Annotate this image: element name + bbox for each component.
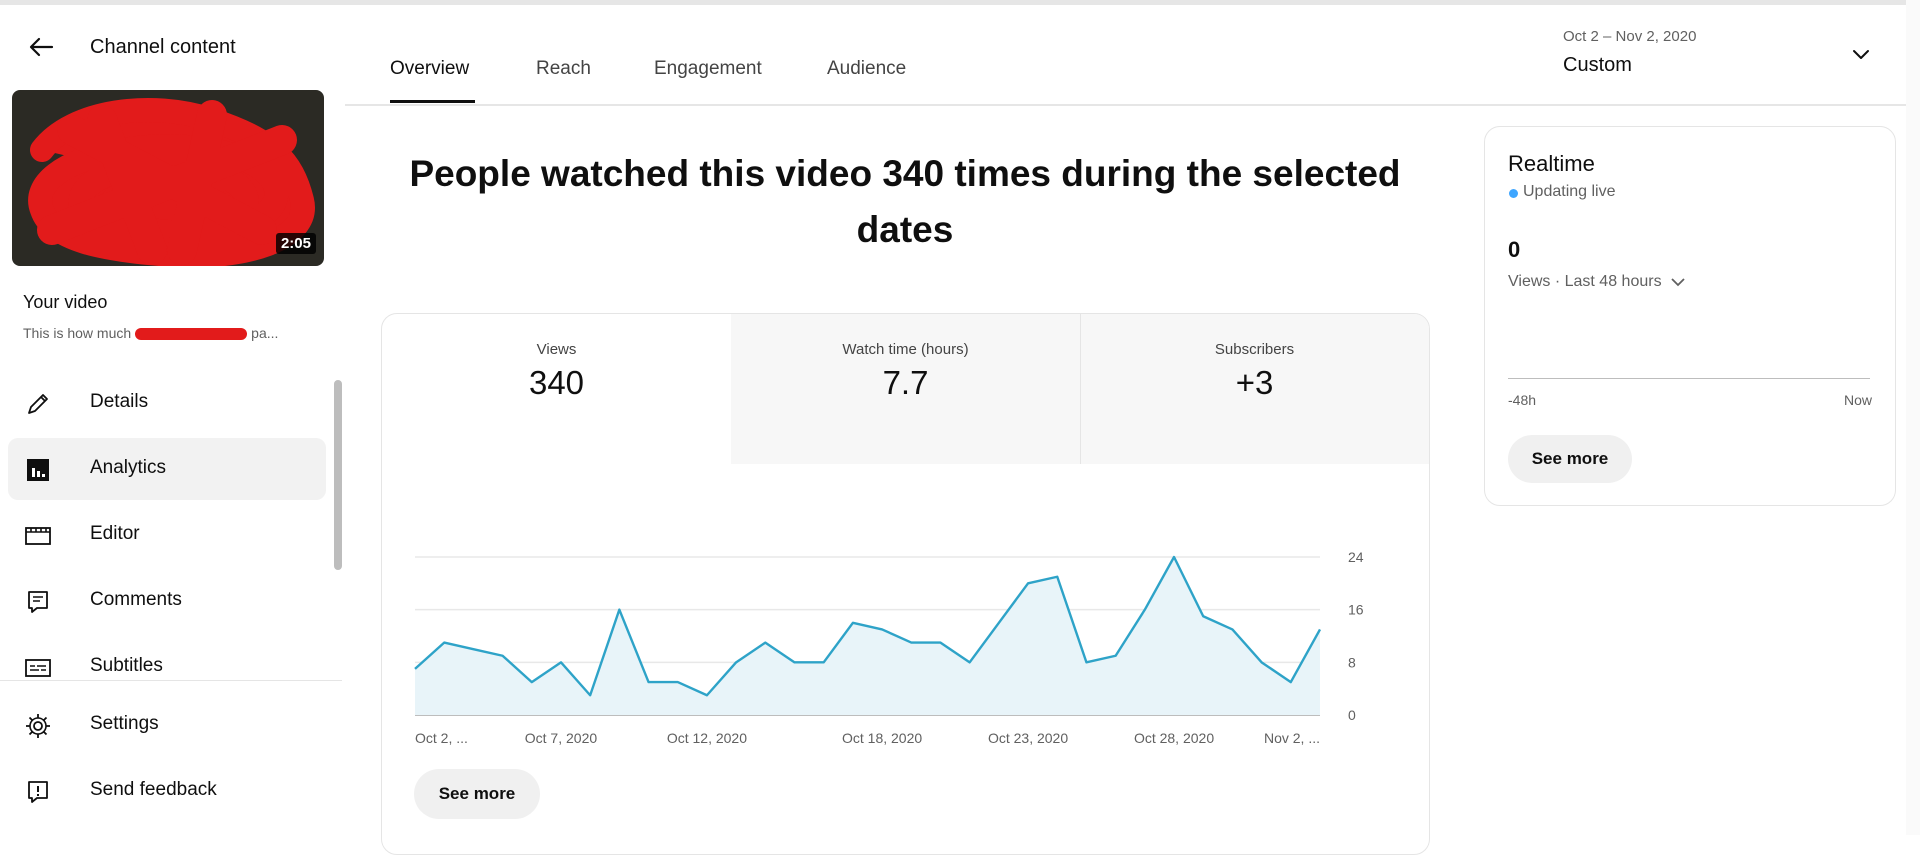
gear-icon [24, 712, 52, 740]
tab-engagement[interactable]: Engagement [654, 58, 762, 80]
sidebar-item-subtitles[interactable]: Subtitles [8, 636, 326, 680]
realtime-see-more-button[interactable]: See more [1508, 435, 1632, 483]
x-tick-label: Oct 7, 2020 [525, 730, 598, 746]
realtime-axis-end: Now [1844, 392, 1872, 408]
sidebar-divider [0, 680, 342, 681]
x-tick-label: Oct 2, ... [415, 730, 468, 746]
realtime-title: Realtime [1508, 151, 1595, 177]
your-video-label: Your video [23, 292, 107, 313]
page-scrollbar[interactable] [1906, 0, 1920, 835]
realtime-card: Realtime Updating live 0 Views · Last 48… [1484, 126, 1896, 506]
video-duration: 2:05 [276, 233, 316, 254]
overview-headline: People watched this video 340 times duri… [400, 146, 1410, 258]
tab-reach[interactable]: Reach [536, 58, 591, 80]
comment-icon [24, 588, 52, 616]
realtime-axis-start: -48h [1508, 392, 1536, 408]
tab-overview[interactable]: Overview [390, 58, 469, 80]
sidebar-item-label: Settings [90, 713, 159, 735]
metrics-card: Views 340 Watch time (hours) 7.7 Subscri… [381, 313, 1430, 855]
metric-label: Views [382, 341, 731, 358]
metric-value: +3 [1080, 364, 1429, 402]
sidebar-item-send-feedback[interactable]: Send feedback [8, 760, 326, 822]
live-indicator-dot [1509, 189, 1518, 198]
x-tick-label: Oct 28, 2020 [1134, 730, 1214, 746]
realtime-period-dropdown[interactable]: Views · Last 48 hours [1508, 273, 1686, 291]
realtime-views-count: 0 [1508, 237, 1520, 263]
sidebar-item-label: Editor [90, 523, 140, 545]
sidebar-item-label: Subtitles [90, 655, 163, 677]
clapperboard-icon [24, 522, 52, 550]
metric-label: Watch time (hours) [731, 341, 1080, 358]
y-tick-label: 16 [1348, 602, 1364, 618]
chevron-down-icon [1670, 276, 1686, 288]
realtime-axis-line [1508, 378, 1870, 379]
tabs-divider [345, 104, 1920, 106]
channel-content-title: Channel content [90, 36, 236, 59]
chevron-down-icon[interactable] [1848, 42, 1874, 68]
sidebar-item-label: Analytics [90, 457, 166, 479]
metric-tab-views[interactable]: Views 340 [382, 314, 731, 464]
sidebar-item-analytics[interactable]: Analytics [8, 438, 326, 500]
redaction-mark [135, 328, 247, 340]
tab-audience[interactable]: Audience [827, 58, 906, 80]
x-tick-label: Oct 23, 2020 [988, 730, 1068, 746]
feedback-icon [24, 778, 52, 806]
x-tick-label: Oct 12, 2020 [667, 730, 747, 746]
analytics-icon [24, 456, 52, 484]
sidebar-item-label: Details [90, 391, 148, 413]
y-tick-label: 24 [1348, 549, 1364, 565]
x-tick-label: Nov 2, ... [1264, 730, 1320, 746]
sidebar-item-editor[interactable]: Editor [8, 504, 326, 566]
sidebar-item-label: Comments [90, 589, 182, 611]
metric-divider [1080, 314, 1081, 464]
video-thumbnail[interactable]: 2:05 [12, 90, 324, 266]
active-tab-indicator [390, 100, 475, 103]
sidebar-scrollbar[interactable] [334, 380, 342, 570]
subtitles-icon [24, 654, 52, 680]
x-tick-label: Oct 18, 2020 [842, 730, 922, 746]
back-arrow-icon[interactable] [26, 32, 56, 62]
realtime-status: Updating live [1523, 183, 1616, 201]
see-more-button[interactable]: See more [414, 769, 540, 819]
metric-tab-watch-time[interactable]: Watch time (hours) 7.7 [731, 314, 1080, 464]
y-tick-label: 0 [1348, 707, 1356, 723]
window-top-border [0, 0, 1920, 5]
sidebar-item-comments[interactable]: Comments [8, 570, 326, 632]
video-title: This is how muchpa... [23, 325, 313, 341]
sidebar-item-settings[interactable]: Settings [8, 694, 326, 756]
realtime-period-label: Views · Last 48 hours [1508, 273, 1662, 290]
metric-value: 340 [382, 364, 731, 402]
metric-value: 7.7 [731, 364, 1080, 402]
sidebar-item-details[interactable]: Details [8, 372, 326, 434]
metric-tab-subscribers[interactable]: Subscribers +3 [1080, 314, 1429, 464]
date-range-text: Oct 2 – Nov 2, 2020 [1563, 28, 1696, 45]
date-range-label: Custom [1563, 54, 1632, 77]
y-tick-label: 8 [1348, 654, 1356, 670]
pencil-icon [24, 390, 52, 418]
metric-label: Subscribers [1080, 341, 1429, 358]
sidebar-item-label: Send feedback [90, 779, 217, 801]
views-area-fill [415, 557, 1320, 715]
